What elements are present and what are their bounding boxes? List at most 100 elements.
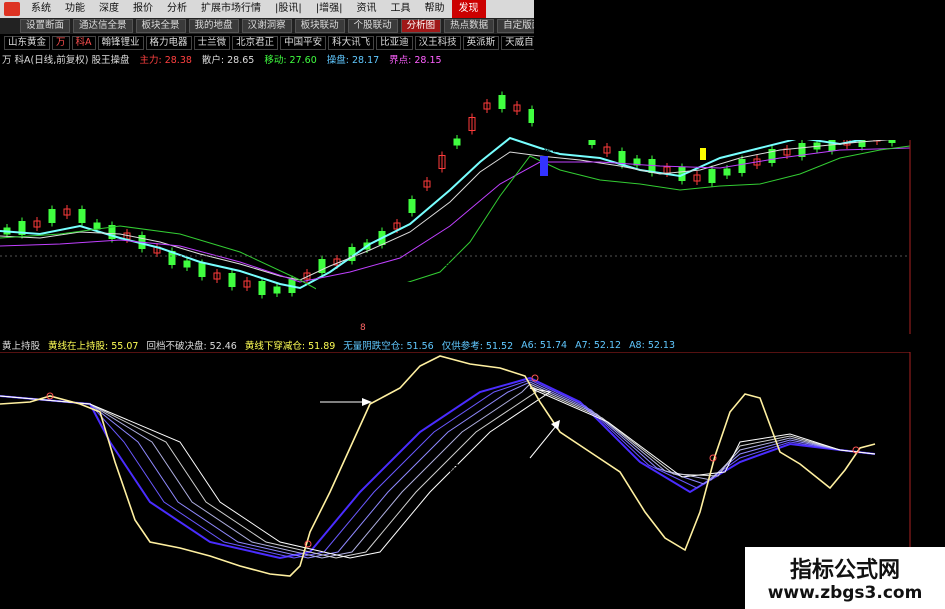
indicator-info-line: 黄上持股 黄线在上持股: 55.07 回档不破决盘: 52.46 黄线下穿减仓:…	[0, 338, 675, 353]
period-mark: 8	[360, 323, 366, 333]
zhuli-value: 主力: 28.38	[139, 55, 192, 66]
fan-line	[0, 385, 876, 559]
label-jiancang-1: 建仓	[692, 189, 710, 201]
indicator-tick: 60.00	[920, 431, 943, 440]
candle-body	[618, 151, 626, 165]
indicator-tick: 40.00	[920, 485, 943, 494]
annotation-up: 黄线在上以持股为主	[186, 395, 312, 412]
fan-line	[0, 376, 876, 560]
redaction-box	[316, 282, 630, 322]
annotation-down: 黄线在下以持币为主	[448, 463, 574, 480]
tab-my-area[interactable]: 我的地盘	[188, 19, 239, 33]
indicator-value: A6: 51.74	[521, 339, 568, 351]
indicator-value: A7: 52.12	[575, 339, 622, 351]
stock-item[interactable]: 士兰微	[193, 36, 231, 50]
price-tick: 27.00	[920, 154, 943, 163]
app-logo-icon	[4, 2, 20, 16]
indicator-value: 黄线在上持股: 55.07	[48, 341, 139, 352]
price-tick: 24.00	[920, 229, 943, 238]
tab-sector-panorama[interactable]: 板块全景	[135, 19, 186, 33]
stock-item[interactable]: 汉王科技	[414, 36, 461, 50]
indicator-tick: 30.00	[920, 517, 943, 526]
period-mark: 除	[62, 321, 71, 333]
date-axis-label: 9	[396, 599, 401, 608]
price-tick: 26.00	[920, 179, 943, 188]
period-mark: 财	[718, 321, 727, 333]
menu-item-analysis[interactable]: 分析	[160, 0, 194, 18]
candle-body	[408, 199, 416, 213]
stock-item[interactable]: 北京君正	[232, 36, 279, 50]
price-info-line: 万 科A(日线,前复权) 股王操盘 主力: 28.38 散户: 28.65 移动…	[0, 52, 540, 66]
menu-item-quote[interactable]: 报价	[126, 0, 160, 18]
menu-item-news[interactable]: |股讯|	[268, 0, 309, 18]
menu-item-system[interactable]: 系统	[24, 0, 58, 18]
marker-blue	[540, 156, 548, 176]
candle-body	[183, 260, 191, 268]
yellow-line	[0, 355, 876, 577]
watermark: 指标公式网 www.zbgs3.com	[745, 547, 945, 609]
candle-body	[708, 169, 716, 183]
menu-item-discover[interactable]: 发现	[451, 0, 486, 18]
tab-hot-data[interactable]: 热点数据	[444, 19, 495, 33]
stock-item[interactable]: 中国平安	[280, 36, 327, 50]
stock-item[interactable]: 英派斯	[462, 36, 500, 50]
ma-line-green	[0, 145, 911, 303]
sanhu-value: 散户: 28.65	[201, 55, 255, 66]
price-tick: 23.00	[920, 253, 943, 262]
redaction-box	[534, 0, 945, 140]
indicator-tick: 50.00	[920, 455, 943, 464]
label-jiacang: 加仓	[428, 241, 446, 253]
menu-item-tools[interactable]: 工具	[384, 0, 418, 18]
candle-body	[738, 159, 746, 173]
menu-item-help[interactable]: 帮助	[418, 0, 452, 18]
menu-item-enhance[interactable]: |增强|	[309, 0, 350, 18]
yidong-value: 移动: 27.60	[264, 55, 317, 66]
stock-item[interactable]: 山东黄金	[4, 36, 51, 50]
candle-body	[453, 138, 461, 146]
jiedian-value: 界点: 28.15	[389, 55, 442, 66]
label-maichu: 卖出	[543, 143, 561, 155]
candle-body	[258, 281, 266, 295]
stock-item[interactable]: 万	[52, 36, 70, 50]
stock-item[interactable]: 科A	[71, 36, 96, 50]
date-axis-label: 10	[594, 599, 604, 608]
tab-stock-link[interactable]: 个股联动	[347, 19, 398, 33]
menu-item-function[interactable]: 功能	[58, 0, 92, 18]
caopan-value: 操盘: 28.17	[326, 55, 380, 66]
annotation-arrow-down	[529, 425, 557, 459]
tab-tdx-panorama[interactable]: 通达信全景	[73, 19, 133, 33]
candle-body	[93, 222, 101, 230]
indicator-value: 回档不破决盘: 52.46	[146, 341, 237, 352]
candle-body	[273, 286, 281, 294]
candle-body	[498, 95, 506, 109]
tab-analysis-chart[interactable]: 分析图	[400, 19, 442, 33]
stock-item[interactable]: 翰锋锂业	[97, 36, 144, 50]
candle-body	[228, 273, 236, 287]
watermark-title: 指标公式网	[789, 558, 900, 583]
indicator-value: 无量阴跌空仓: 51.56	[343, 341, 434, 352]
label-jiancang-2: 建仓	[836, 167, 854, 179]
menu-item-info[interactable]: 资讯	[350, 0, 384, 18]
marker-yellow	[700, 148, 706, 160]
tab-sector-link[interactable]: 板块联动	[294, 19, 345, 33]
stock-item[interactable]: 格力电器	[145, 36, 192, 50]
fan-line	[0, 379, 876, 559]
candle-body	[48, 209, 56, 223]
indicator-label: 黄上持股	[2, 341, 41, 352]
tab-setting-section[interactable]: 设置断面	[20, 19, 71, 33]
indicator-tick: 80.00	[920, 363, 943, 372]
price-tick: 25.00	[920, 204, 943, 213]
tab-insight[interactable]: 汉谢洞察	[241, 19, 292, 33]
menu-item-depth[interactable]: 深度	[92, 0, 126, 18]
stock-item[interactable]: 比亚迪	[376, 36, 413, 50]
candle-body	[198, 263, 206, 277]
candle-body	[78, 209, 86, 223]
menu-item-ext-market[interactable]: 扩展市场行情	[194, 0, 268, 18]
watermark-url: www.zbgs3.com	[767, 583, 923, 603]
date-axis-label: 2017年	[4, 598, 32, 608]
price-tick: 22.00	[920, 277, 943, 286]
stock-item[interactable]: 科大讯飞	[328, 36, 375, 50]
indicator-value: A8: 52.13	[629, 339, 676, 351]
candle-body	[723, 168, 731, 176]
indicator-tick: 70.00	[920, 397, 943, 406]
